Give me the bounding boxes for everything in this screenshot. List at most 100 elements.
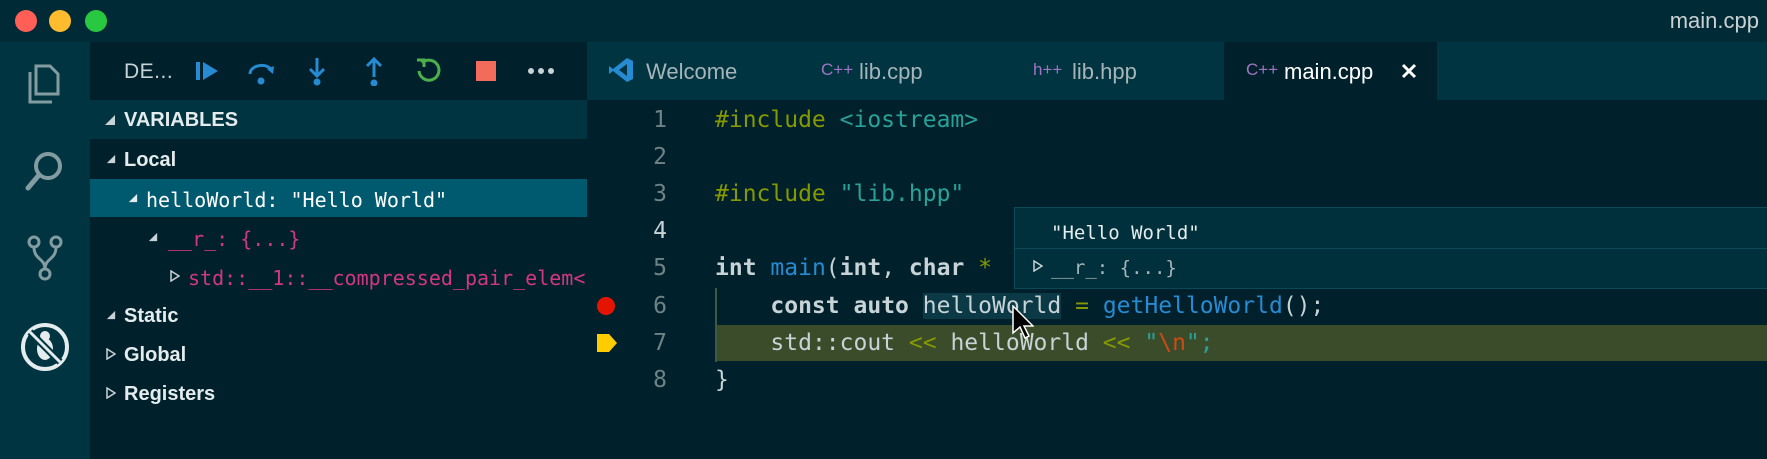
punctuation: :: xyxy=(811,330,840,356)
line-number: 3 xyxy=(653,181,667,207)
line-number: 6 xyxy=(653,293,667,319)
window-title: main.cpp xyxy=(1669,8,1759,33)
preprocessor-directive: #include xyxy=(715,107,826,133)
scope-local-label: Local xyxy=(124,149,177,171)
variable-helloworld-label: helloWorld: "Hello World" xyxy=(146,188,448,212)
include-header: <iostream> xyxy=(839,107,979,133)
variables-panel: VARIABLES Local helloWorld: "Hello World… xyxy=(90,100,621,459)
include-header: "lib.hpp" xyxy=(839,181,965,207)
stop-button[interactable] xyxy=(469,54,503,88)
continue-button[interactable] xyxy=(190,54,224,88)
continue-icon xyxy=(196,62,218,80)
step-out-icon xyxy=(365,56,383,86)
operator: = xyxy=(1075,293,1089,319)
no-bug-debug-icon[interactable] xyxy=(20,322,70,372)
variable-pair-row[interactable]: std::__1::__compressed_pair_elem<... xyxy=(90,257,621,295)
step-over-button[interactable] xyxy=(244,54,278,88)
line-number: 5 xyxy=(653,255,667,281)
punctuation: } xyxy=(715,367,729,393)
tab-lib-hpp-label: lib.hpp xyxy=(1072,59,1137,84)
escape-sequence: \n xyxy=(1158,330,1186,356)
step-over-icon xyxy=(248,64,274,85)
namespace: std xyxy=(770,330,812,356)
punctuation: ( xyxy=(825,255,840,281)
chevron-down-icon xyxy=(106,154,116,164)
punctuation: , xyxy=(881,255,896,281)
scope-global-label: Global xyxy=(124,344,187,366)
tab-lib-cpp-label: lib.cpp xyxy=(859,59,923,84)
tab-welcome[interactable]: Welcome xyxy=(587,42,799,100)
breakpoint-icon[interactable] xyxy=(597,297,615,315)
mouse-pointer-icon xyxy=(1012,305,1034,340)
explorer-icon[interactable] xyxy=(20,58,70,108)
close-window-button[interactable] xyxy=(15,10,37,32)
variable-pair-label: std::__1::__compressed_pair_elem<... xyxy=(188,266,622,290)
search-icon[interactable] xyxy=(20,146,70,196)
code-line-3: #include "lib.hpp" xyxy=(715,181,964,207)
tab-main-cpp[interactable]: C++ main.cpp xyxy=(1224,42,1437,100)
tab-main-cpp-label: main.cpp xyxy=(1284,59,1374,84)
code-line-5: int main(int, char * xyxy=(715,255,992,281)
chevron-down-icon xyxy=(148,232,158,242)
hovered-variable[interactable]: helloWorld xyxy=(922,293,1062,319)
debug-config-dropdown[interactable]: DE... xyxy=(124,60,173,84)
function-name: getHelloWorld xyxy=(1102,293,1283,319)
hover-child-label: __r_: {...} xyxy=(1051,257,1177,279)
editor-tab-bar: Welcome C++ lib.cpp h++ lib.hpp C++ main… xyxy=(587,42,1767,100)
line-number: 4 xyxy=(653,218,667,244)
scope-static[interactable]: Static xyxy=(90,296,587,334)
tab-lib-hpp[interactable]: h++ lib.hpp xyxy=(1011,42,1223,100)
activity-bar xyxy=(0,42,90,459)
hover-value: "Hello World" xyxy=(1051,222,1200,244)
operator: << xyxy=(908,330,937,356)
minimize-window-button[interactable] xyxy=(49,10,71,32)
code-line-1: #include <iostream> xyxy=(715,107,978,133)
string-quote: " xyxy=(1144,330,1159,356)
scope-registers[interactable]: Registers xyxy=(90,374,587,412)
keyword: const xyxy=(770,293,840,319)
source-control-icon[interactable] xyxy=(20,232,70,282)
chevron-right-icon xyxy=(1033,260,1043,272)
scope-local[interactable]: Local xyxy=(90,140,587,178)
close-icon[interactable] xyxy=(1401,63,1417,79)
zoom-window-button[interactable] xyxy=(85,10,107,32)
chevron-down-icon xyxy=(106,310,116,320)
identifier: cout xyxy=(839,330,896,356)
chevron-right-icon xyxy=(106,348,116,360)
line-number: 2 xyxy=(653,144,667,170)
step-out-button[interactable] xyxy=(357,54,391,88)
operator: << xyxy=(1102,330,1131,356)
more-icon xyxy=(528,68,554,74)
hpp-icon: h++ xyxy=(1033,60,1063,79)
variables-section-header[interactable]: VARIABLES xyxy=(90,100,587,139)
variables-header-label: VARIABLES xyxy=(124,109,239,131)
code-line-7: std::cout << helloWorld << "\n"; xyxy=(715,330,1214,356)
restart-button[interactable] xyxy=(412,54,446,88)
line-number: 7 xyxy=(653,330,667,356)
tab-lib-cpp[interactable]: C++ lib.cpp xyxy=(799,42,1011,100)
preprocessor-directive: #include xyxy=(715,181,826,207)
hover-child-row[interactable]: __r_: {...} xyxy=(1015,249,1767,287)
punctuation: (); xyxy=(1282,293,1325,319)
keyword: char xyxy=(908,255,965,281)
tab-welcome-label: Welcome xyxy=(646,59,738,84)
keyword: int xyxy=(715,255,757,281)
step-into-icon xyxy=(308,58,326,86)
variable-r-row[interactable]: __r_: {...} xyxy=(90,218,587,256)
title-bar: main.cpp xyxy=(0,0,1767,42)
string-quote: "; xyxy=(1185,330,1214,356)
keyword: auto xyxy=(853,293,909,319)
current-execution-arrow-icon xyxy=(597,334,617,352)
stop-icon xyxy=(476,61,496,81)
cpp-icon: C++ xyxy=(1246,60,1279,79)
step-into-button[interactable] xyxy=(300,54,334,88)
more-actions-button[interactable] xyxy=(524,54,558,88)
code-line-8: } xyxy=(715,367,729,393)
variable-r-label: __r_: {...} xyxy=(168,227,301,251)
restart-icon xyxy=(417,58,441,82)
variable-helloworld-row[interactable]: helloWorld: "Hello World" xyxy=(90,179,587,217)
function-name: main xyxy=(770,255,826,281)
vscode-icon xyxy=(609,58,633,82)
scope-global[interactable]: Global xyxy=(90,335,587,373)
chevron-down-icon xyxy=(128,193,138,203)
